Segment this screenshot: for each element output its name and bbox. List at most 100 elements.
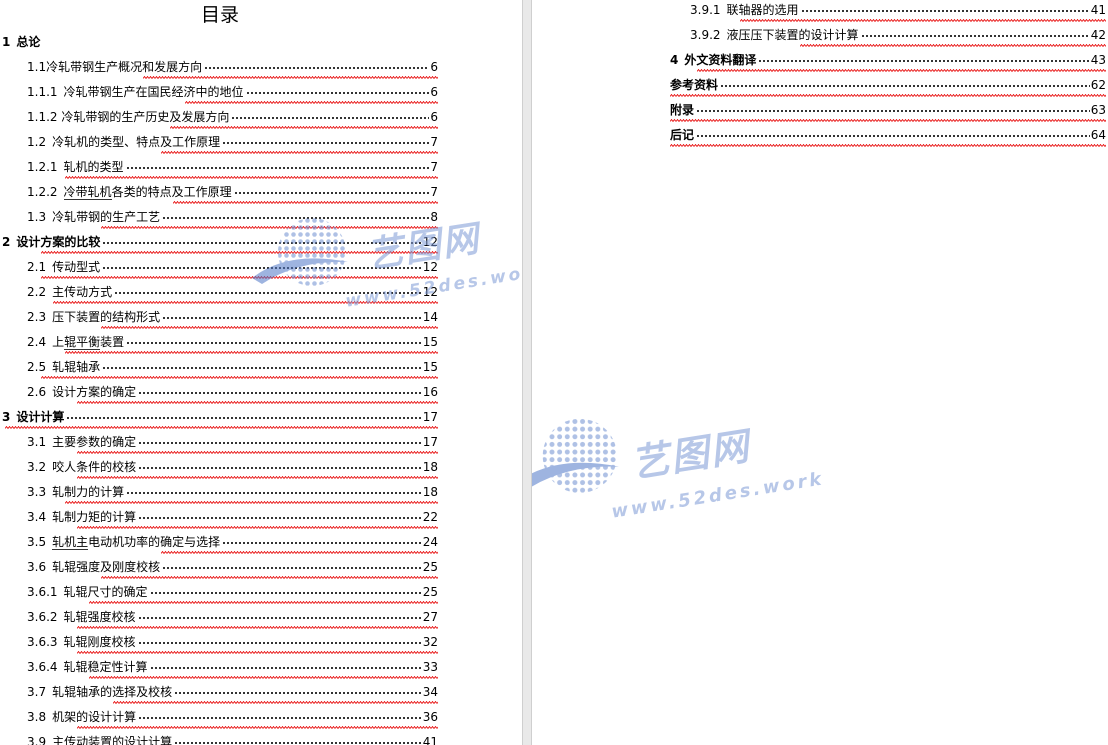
toc-entry[interactable]: 3.9.2 液压压下装置的设计计算 42: [690, 25, 1106, 43]
toc-entry-text: 后记: [670, 127, 695, 143]
toc-entry-number: 3.6.1: [27, 585, 58, 599]
spellcheck-underline: [77, 451, 438, 454]
toc-entry-label-prefix: 上: [52, 335, 65, 349]
toc-entry-number: 2: [2, 235, 11, 249]
toc-entry-text: 3.4 轧制力矩的计算: [27, 509, 137, 525]
toc-entry[interactable]: 1.2.1 轧机的类型 7: [27, 157, 438, 175]
toc-entry[interactable]: 3.6.3 轧辊刚度校核 32: [27, 632, 438, 650]
toc-entry-label: 传动型式: [52, 260, 101, 274]
toc-entry[interactable]: 4 外文资料翻译 43: [670, 50, 1106, 68]
toc-entry[interactable]: 1.1.2 冷轧带钢的生产历史及发展方向 6: [27, 107, 438, 125]
toc-page-number: 12: [422, 285, 438, 299]
toc-entry[interactable]: 后记 64: [670, 125, 1106, 143]
toc-page-number: 17: [422, 435, 438, 449]
toc-entry-number: 3.1: [27, 435, 47, 449]
globe-logo-icon: [532, 418, 620, 493]
toc-entry-text: 3.1 主要参数的确定: [27, 434, 137, 450]
toc-entry[interactable]: 3.8 机架的设计计算 36: [27, 707, 438, 725]
toc-entry-text: 1.3 冷轧带钢的生产工艺: [27, 209, 161, 225]
toc-entry[interactable]: 3.7 轧辊轴承的选择及校核 34: [27, 682, 438, 700]
toc-entry-number: 1.2: [27, 135, 47, 149]
toc-entry-text: 3.2 咬人条件的校核: [27, 459, 137, 475]
toc-page-number: 41: [1090, 3, 1106, 17]
dot-leader: [138, 513, 422, 522]
dot-leader: [138, 463, 422, 472]
toc-entry-number: 3.9.1: [690, 3, 721, 17]
spellcheck-underline: [113, 701, 438, 704]
toc-entry[interactable]: 2.5 轧辊轴承 15: [27, 357, 438, 375]
spellcheck-underline: [161, 151, 438, 154]
toc-entry-number: 2.2: [27, 285, 47, 299]
toc-entry[interactable]: 3.9.1 联轴器的选用 41: [690, 0, 1106, 18]
toc-entry[interactable]: 附录 63: [670, 100, 1106, 118]
toc-entry[interactable]: 3.3 轧制力的计算 18: [27, 482, 438, 500]
toc-entry-label: 后记: [670, 128, 695, 142]
toc-entry-text: 3.6.1 轧辊尺寸的确定: [27, 584, 149, 600]
toc-entry[interactable]: 1.3 冷轧带钢的生产工艺 8: [27, 207, 438, 225]
toc-entry-text: 2.4 上辊平衡装置: [27, 334, 125, 350]
toc-page-number: 6: [430, 85, 438, 99]
toc-entry-number: 1.2.2: [27, 185, 58, 199]
toc-entry[interactable]: 1.2.2 冷带轧机各类的特点及工作原理 7: [27, 182, 438, 200]
toc-entry[interactable]: 1.1冷轧带钢生产概况和发展方向 6: [27, 57, 438, 75]
dot-leader: [137, 613, 422, 622]
toc-entry-text: 2.1 传动型式: [27, 259, 101, 275]
toc-entry[interactable]: 1 总论: [2, 32, 438, 50]
toc-entry[interactable]: 3.6.1 轧辊尺寸的确定 25: [27, 582, 438, 600]
document-page-left: 目录 1 总论 1.1冷轧带钢生产概况和发展方向 6 1.1.1 冷轧带钢生产在国民经济中…: [0, 0, 522, 745]
toc-entry-label: 轧辊刚度校核: [63, 635, 136, 649]
toc-entry[interactable]: 1.2 冷轧机的类型、特点及工作原理 7: [27, 132, 438, 150]
toc-entry-number: 2.1: [27, 260, 47, 274]
toc-entry[interactable]: 2.2 主传动方式 12: [27, 282, 438, 300]
toc-page-number: 36: [422, 710, 438, 724]
toc-entry-label: 轧辊强度校核: [63, 610, 136, 624]
toc-entry[interactable]: 2 设计方案的比较 12: [2, 232, 438, 250]
spellcheck-underline: [77, 726, 438, 729]
toc-entry-label: 压下装置的结构形式: [52, 310, 161, 324]
toc-entry-text: 2.6 设计方案的确定: [27, 384, 137, 400]
toc-entry-label: 机架的设计计算: [52, 710, 137, 724]
toc-entry[interactable]: 3.6.4 轧辊稳定性计算 33: [27, 657, 438, 675]
toc-entry[interactable]: 2.6 设计方案的确定 16: [27, 382, 438, 400]
toc-entry[interactable]: 3.1 主要参数的确定 17: [27, 432, 438, 450]
spellcheck-underline: [161, 551, 438, 554]
toc-entry-number: 3.6.2: [27, 610, 58, 624]
toc-entry-text: 3.9.2 液压压下装置的设计计算: [690, 27, 860, 43]
toc-entry-label: 装置: [100, 335, 125, 349]
toc-entry[interactable]: 2.3 压下装置的结构形式 14: [27, 307, 438, 325]
toc-entry[interactable]: 3.2 咬人条件的校核 18: [27, 457, 438, 475]
toc-entry[interactable]: 3.4 轧制力矩的计算 22: [27, 507, 438, 525]
toc-entry[interactable]: 3.9 主传动装置的设计计算 41: [27, 732, 438, 745]
toc-entry-number: 2.4: [27, 335, 47, 349]
toc-page-number: 18: [422, 460, 438, 474]
toc-entry-label: 参考资料: [670, 78, 719, 92]
toc-entry[interactable]: 3.5 轧机主电动机功率的确定与选择 24: [27, 532, 438, 550]
spellcheck-underline: [173, 201, 438, 204]
toc-entry[interactable]: 2.4 上辊平衡装置 15: [27, 332, 438, 350]
spellcheck-underline: [170, 126, 438, 129]
dot-leader: [162, 563, 422, 572]
toc-entry-label: 各类的特点及工作原理: [111, 185, 232, 199]
toc-entry[interactable]: 参考资料 62: [670, 75, 1106, 93]
toc-entry[interactable]: 3.6 轧辊强度及刚度校核 25: [27, 557, 438, 575]
toc-entry-label: 附录: [670, 103, 695, 117]
toc-entry-number: 3: [2, 410, 11, 424]
toc-entry-text: 4 外文资料翻译: [670, 52, 757, 68]
toc-entry[interactable]: 2.1 传动型式 12: [27, 257, 438, 275]
toc-page-number: 32: [422, 635, 438, 649]
toc-entry[interactable]: 1.1.1 冷轧带钢生产在国民经济中的地位 6: [27, 82, 438, 100]
toc-page-number: 24: [422, 535, 438, 549]
toc-entry-text: 3.6.4 轧辊稳定性计算: [27, 659, 149, 675]
toc-page-number: 42: [1090, 28, 1106, 42]
toc-entry-text: 1 总论: [2, 34, 41, 50]
toc-entry-text: 附录: [670, 102, 695, 118]
toc-entry-text: 1.2.1 轧机的类型: [27, 159, 125, 175]
toc-entry[interactable]: 3.6.2 轧辊强度校核 27: [27, 607, 438, 625]
dot-leader: [138, 713, 422, 722]
toc-entry[interactable]: 3 设计计算 17: [2, 407, 438, 425]
toc-page-number: 16: [422, 385, 438, 399]
toc-entry-number: 3.7: [27, 685, 47, 699]
toc-entry-label: 液压压下装置的设计计算: [726, 28, 859, 42]
spellcheck-underline: [101, 226, 438, 229]
toc-page-number: 7: [430, 160, 438, 174]
